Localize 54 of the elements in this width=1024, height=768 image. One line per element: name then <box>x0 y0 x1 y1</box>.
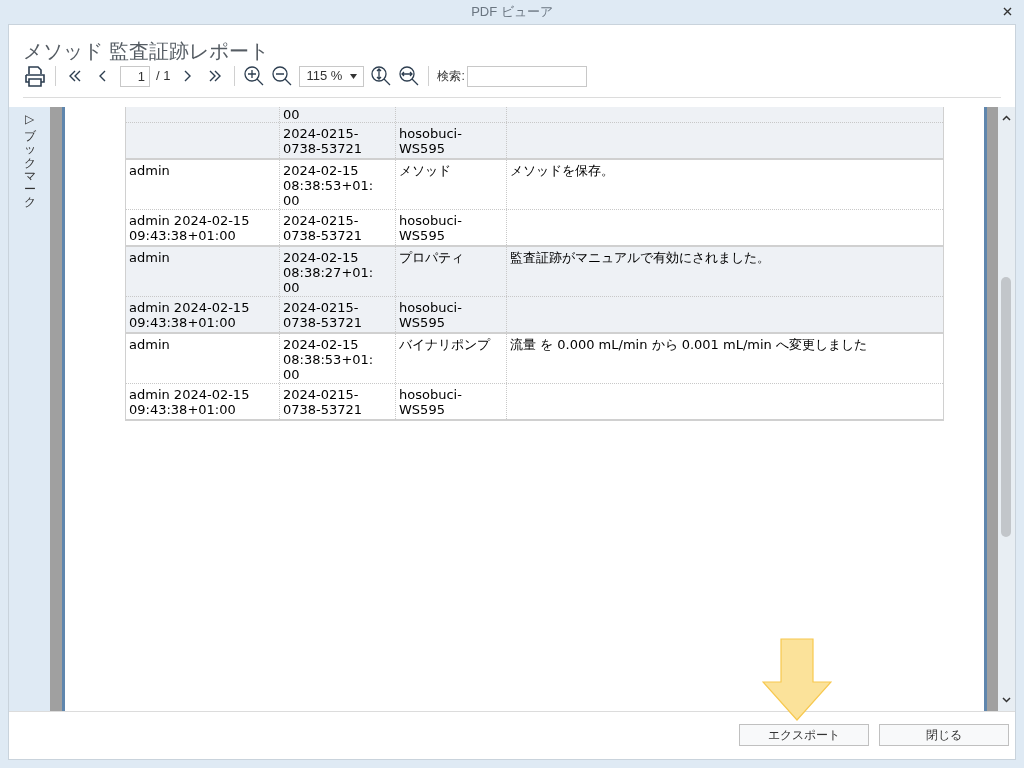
horizontal-fit-icon <box>399 66 420 86</box>
table-cell-text: 監査証跡がマニュアルで有効にされました。 <box>510 250 771 265</box>
table-cell-text: 2024-0215- 0738-53721 <box>283 300 364 330</box>
print-button[interactable] <box>23 64 47 88</box>
zoom-dropdown[interactable]: 115 % <box>299 65 365 87</box>
table-cell-text: admin <box>129 250 171 265</box>
fit-width-button[interactable] <box>398 65 421 87</box>
search-label: 検索: <box>437 68 465 85</box>
table-cell-text: 流量 を 0.000 mL/min から 0.001 mL/min へ変更しました <box>510 337 868 352</box>
table-cell-text: プロパティ <box>399 250 465 265</box>
table-cell-text: admin 2024-02-15 09:43:38+01:00 <box>129 387 251 417</box>
chevron-right-icon <box>183 70 192 82</box>
dropdown-arrow-icon <box>350 73 358 79</box>
zoom-out-button[interactable] <box>271 65 294 87</box>
close-dialog-button[interactable]: 閉じる <box>879 724 1009 746</box>
chevron-left-icon <box>99 70 107 82</box>
table-cell-text: バイナリポンプ <box>399 337 492 352</box>
bookmark-tab[interactable]: ▷ ブックマーク <box>23 113 36 210</box>
scrollbar-thumb[interactable] <box>1001 277 1011 537</box>
search-field[interactable] <box>466 65 587 87</box>
table-cell-text: 2024-02-15 08:38:53+01: 00 <box>283 163 375 208</box>
table-cell-text: admin 2024-02-15 09:43:38+01:00 <box>129 213 251 243</box>
table-cell-text: 2024-0215- 0738-53721 <box>283 213 364 243</box>
scrollbar[interactable] <box>998 107 1015 711</box>
table-cell-text: メソッドを保存。 <box>510 163 615 178</box>
table-cell-text: 2024-02-15 08:38:27+01: 00 <box>283 250 375 295</box>
close-icon <box>1002 6 1012 16</box>
table-cell-text: 2024-02-15 08:38:53+01: 00 <box>283 337 375 382</box>
zoom-out-icon <box>272 66 293 86</box>
table-cell-text: hosobuci- WS595 <box>399 300 463 330</box>
scroll-up-icon <box>1002 115 1011 121</box>
export-button[interactable]: エクスポート <box>739 724 869 746</box>
zoom-in-button[interactable] <box>243 65 266 87</box>
scroll-down-icon <box>1002 697 1011 703</box>
table-cell-text: hosobuci- WS595 <box>399 387 463 417</box>
fit-height-button[interactable] <box>370 65 393 87</box>
table-cell-text: 2024-0215- 0738-53721 <box>283 126 364 156</box>
table-cell-text: hosobuci- WS595 <box>399 126 463 156</box>
vertical-fit-icon <box>371 66 392 86</box>
table-cell-text: admin 2024-02-15 09:43:38+01:00 <box>129 300 251 330</box>
page-total: / 1 <box>156 67 171 86</box>
page-number-field[interactable]: 1 <box>120 65 150 87</box>
double-chevron-right-icon <box>208 70 223 82</box>
report-title: メソッド 監査証跡レポート <box>23 39 270 63</box>
table-cell-text: 00 <box>283 107 301 122</box>
print-icon <box>24 65 46 87</box>
table-cell-text: admin <box>129 337 171 352</box>
window-title: PDF ビューア <box>471 3 553 22</box>
zoom-in-icon <box>244 66 265 86</box>
table-cell-text: hosobuci- WS595 <box>399 213 463 243</box>
table-cell-text: メソッド <box>399 163 452 178</box>
table-cell-text: admin <box>129 163 171 178</box>
table-cell-text: 2024-0215- 0738-53721 <box>283 387 364 417</box>
double-chevron-left-icon <box>68 70 82 82</box>
